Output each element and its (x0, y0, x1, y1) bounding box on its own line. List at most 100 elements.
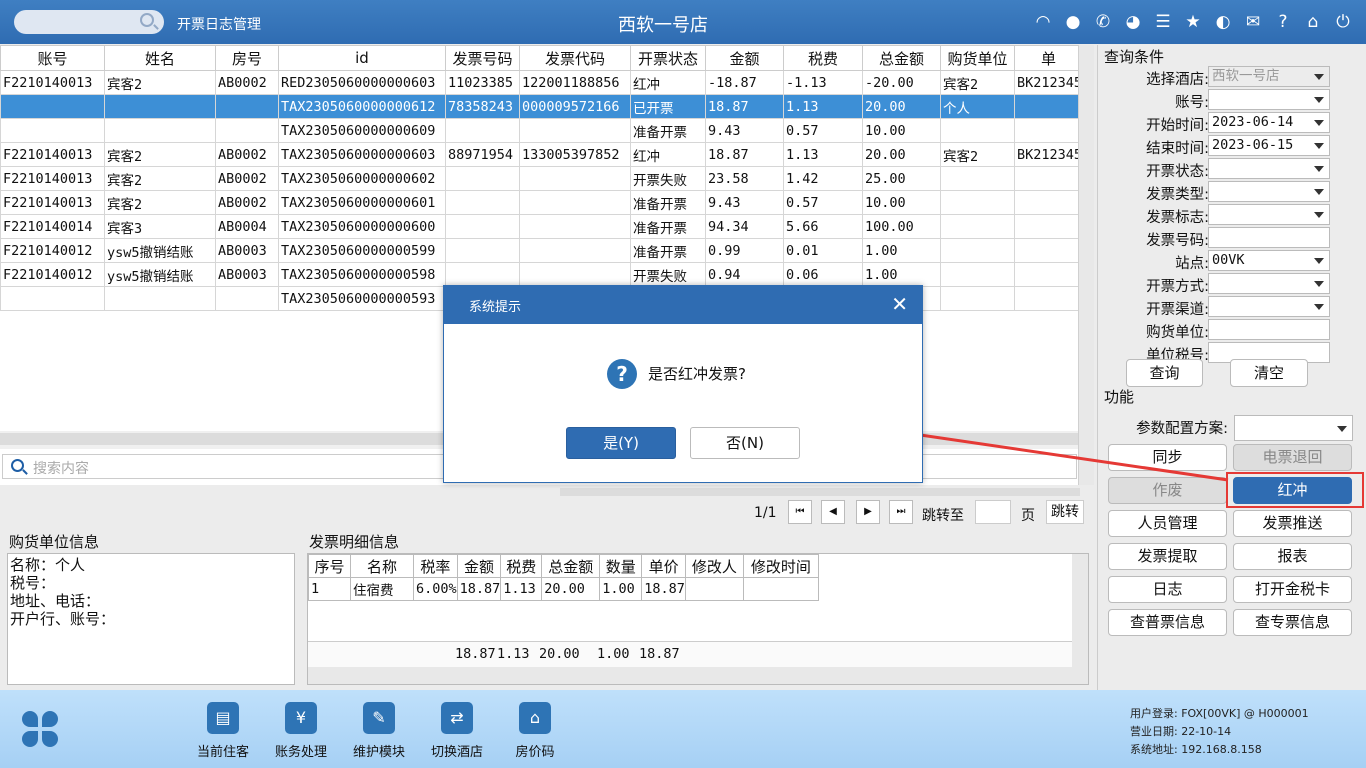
column-header[interactable]: 单 (1013, 45, 1084, 71)
dialog-title: 系统提示 (469, 300, 522, 315)
jump-button[interactable]: 跳转 (1046, 500, 1084, 524)
query-select[interactable] (1208, 181, 1330, 202)
bottom-nav-item[interactable]: ¥ 账务处理 (266, 702, 336, 760)
table-row[interactable]: F2210140014 宾客3 AB0004 TAX2305060000000600 准… (0, 214, 1084, 239)
bottom-nav-item[interactable]: ⌂ 房价码 (500, 702, 570, 760)
function-button[interactable]: 发票推送 (1233, 510, 1352, 537)
last-page-button[interactable]: ⏭ (889, 500, 913, 524)
table-cell (104, 94, 216, 119)
detail-row[interactable]: 1 住宿费 6.00% 18.87 1.13 20.00 1.00 18.87 (308, 577, 819, 601)
column-header[interactable]: 开票状态 (630, 45, 706, 71)
table-cell: 94.34 (705, 214, 784, 239)
table-cell: TAX2305060000000609 (278, 118, 446, 143)
function-button[interactable]: 人员管理 (1108, 510, 1227, 537)
detail-horizontal-scrollbar[interactable] (308, 667, 1088, 684)
table-row[interactable]: F2210140013 宾客2 AB0002 RED2305060000000603 1… (0, 70, 1084, 95)
table-cell (940, 166, 1015, 191)
column-header[interactable]: 账号 (0, 45, 105, 71)
horizontal-scrollbar[interactable] (0, 485, 1094, 499)
query-select[interactable] (1208, 158, 1330, 179)
home-icon[interactable]: ⌂ (1302, 12, 1324, 32)
query-field-value: 00VK (1212, 252, 1245, 268)
column-header[interactable]: 发票代码 (519, 45, 631, 71)
detail-column-header: 修改时间 (742, 554, 819, 578)
query-select[interactable] (1208, 204, 1330, 225)
column-header[interactable]: 购货单位 (940, 45, 1015, 71)
table-row[interactable]: F2210140012 ysw5撤销结账 AB0003 TAX230506000000… (0, 262, 1084, 287)
next-page-button[interactable]: ▶ (856, 500, 880, 524)
power-icon[interactable]: ⏻ (1332, 12, 1354, 32)
table-cell (940, 286, 1015, 311)
table-row[interactable]: F2210140013 宾客2 AB0002 TAX2305060000000603 8… (0, 142, 1084, 167)
function-button[interactable]: 打开金税卡 (1233, 576, 1352, 603)
detail-cell (742, 577, 819, 601)
query-select[interactable] (1208, 89, 1330, 110)
page-number-input[interactable] (975, 500, 1011, 524)
wifi-icon[interactable]: ◠ (1032, 12, 1054, 32)
buyer-info-title: 购货单位信息 (9, 533, 100, 551)
column-header[interactable]: 发票号码 (445, 45, 520, 71)
param-scheme-select[interactable] (1234, 415, 1353, 441)
bottom-nav-item[interactable]: ▤ 当前住客 (188, 702, 258, 760)
column-header[interactable]: id (278, 45, 446, 71)
function-button[interactable]: 查普票信息 (1108, 609, 1227, 636)
query-select[interactable] (1208, 273, 1330, 294)
table-cell: 0.01 (783, 238, 863, 263)
table-row[interactable]: TAX2305060000000612 78358243 000009572166 已… (0, 94, 1084, 119)
column-header[interactable]: 税费 (783, 45, 863, 71)
table-row[interactable]: F2210140012 ysw5撤销结账 AB0003 TAX230506000000… (0, 238, 1084, 263)
chevron-down-icon (1314, 143, 1324, 149)
query-select[interactable]: 00VK (1208, 250, 1330, 271)
palette-icon[interactable]: ◕ (1122, 12, 1144, 32)
help-icon[interactable]: ? (1272, 12, 1294, 32)
function-button[interactable]: 电票退回 (1233, 444, 1352, 471)
function-button[interactable]: 同步 (1108, 444, 1227, 471)
table-cell: AB0003 (215, 262, 279, 287)
function-button[interactable]: 发票提取 (1108, 543, 1227, 570)
column-header[interactable]: 房号 (215, 45, 279, 71)
table-cell: 准备开票 (630, 118, 706, 143)
yes-button[interactable]: 是(Y) (566, 427, 676, 459)
chat-icon[interactable]: ● (1062, 12, 1084, 32)
no-button[interactable]: 否(N) (690, 427, 800, 459)
query-button[interactable]: 查询 (1126, 359, 1203, 387)
query-select[interactable]: 2023-06-15 (1208, 135, 1330, 156)
detail-vertical-scrollbar[interactable] (1072, 554, 1088, 667)
phone-icon[interactable]: ✆ (1092, 12, 1114, 32)
table-row[interactable]: F2210140013 宾客2 AB0002 TAX2305060000000602 开… (0, 166, 1084, 191)
function-button[interactable]: 报表 (1233, 543, 1352, 570)
star-icon[interactable]: ★ (1182, 12, 1204, 32)
prev-page-button[interactable]: ◀ (821, 500, 845, 524)
table-cell (1013, 214, 1084, 239)
table-row[interactable]: F2210140013 宾客2 AB0002 TAX2305060000000601 准… (0, 190, 1084, 215)
query-input[interactable] (1208, 227, 1330, 248)
query-field-value: 2023-06-15 (1212, 137, 1294, 153)
function-button[interactable]: 日志 (1108, 576, 1227, 603)
table-cell (519, 190, 631, 215)
column-header[interactable]: 姓名 (104, 45, 216, 71)
query-input[interactable] (1208, 319, 1330, 340)
mail-icon[interactable]: ✉ (1242, 12, 1264, 32)
table-cell: 宾客2 (104, 142, 216, 167)
function-button[interactable]: 作废 (1108, 477, 1227, 504)
first-page-button[interactable]: ⏮ (788, 500, 812, 524)
close-icon[interactable]: ✕ (891, 294, 908, 314)
menu-icon[interactable]: ☰ (1152, 12, 1174, 32)
column-header[interactable]: 金额 (705, 45, 784, 71)
table-cell: 25.00 (862, 166, 941, 191)
bottom-nav-item[interactable]: ⇄ 切换酒店 (422, 702, 492, 760)
clear-button[interactable]: 清空 (1230, 359, 1308, 387)
grid-vertical-scrollbar[interactable] (1078, 45, 1094, 485)
query-select[interactable]: 2023-06-14 (1208, 112, 1330, 133)
detail-cell: 6.00% (413, 577, 458, 601)
query-select[interactable] (1208, 296, 1330, 317)
table-row[interactable]: TAX2305060000000609 准备开票 9.43 0.57 10.00 (0, 118, 1084, 143)
bottom-nav-item[interactable]: ✎ 维护模块 (344, 702, 414, 760)
invoice-log-table: 账号 姓名 房号 id 发票号码 发票代码 开票状态 金额 税费 总金额 购货单位单 F221014… (0, 45, 1084, 311)
column-header[interactable]: 总金额 (862, 45, 941, 71)
function-button[interactable]: 查专票信息 (1233, 609, 1352, 636)
table-cell: AB0002 (215, 190, 279, 215)
contrast-icon[interactable]: ◐ (1212, 12, 1234, 32)
guest-card-icon: ▤ (207, 702, 239, 734)
query-select[interactable]: 西软一号店 (1208, 66, 1330, 87)
